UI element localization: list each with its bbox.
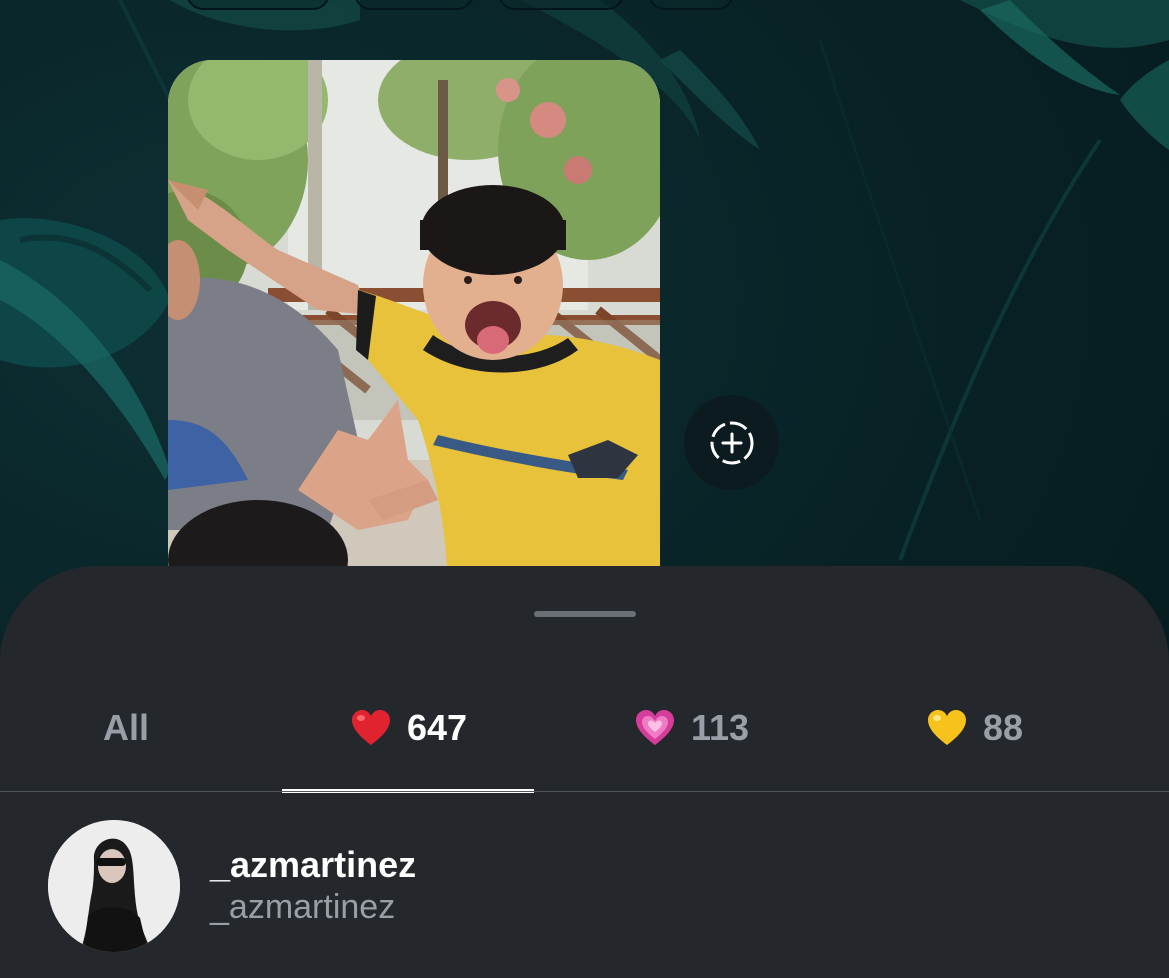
username: _azmartinez [210,844,417,885]
avatar[interactable] [48,820,180,952]
story-photo-card[interactable] [168,60,660,600]
top-chip[interactable] [498,0,624,10]
pink-heart-icon [635,710,674,745]
story-photo [168,60,660,600]
tab-pink-heart[interactable]: 113 [565,666,817,790]
yellow-heart-icon [927,710,966,745]
avatar-photo [48,820,180,952]
reactions-sheet: All 647 113 88 _azmartinez _azmartinez [0,566,1169,978]
display-name: _azmartinez [210,888,396,926]
red-heart-icon [351,710,390,745]
tab-yellow-heart-count: 88 [982,707,1024,748]
tab-pink-heart-count: 113 [690,707,750,748]
top-chip[interactable] [186,0,330,10]
top-chip[interactable] [648,0,734,10]
list-item[interactable]: _azmartinez _azmartinez [0,814,1169,954]
tab-all-label: All [102,707,149,748]
top-chip[interactable] [354,0,474,10]
reaction-tabs: All 647 113 88 [0,666,1169,790]
tab-all[interactable]: All [0,666,252,790]
tab-red-heart[interactable]: 647 [282,666,534,790]
tabs-divider [0,791,1169,792]
tab-red-heart-count: 647 [406,707,468,748]
sheet-grabber[interactable] [534,611,636,617]
add-story-button[interactable] [684,395,779,490]
tab-yellow-heart[interactable]: 88 [848,666,1100,790]
add-dashed-circle-icon [710,421,753,464]
story-viewer-screen: All 647 113 88 _azmartinez _azmartinez [0,0,1169,978]
